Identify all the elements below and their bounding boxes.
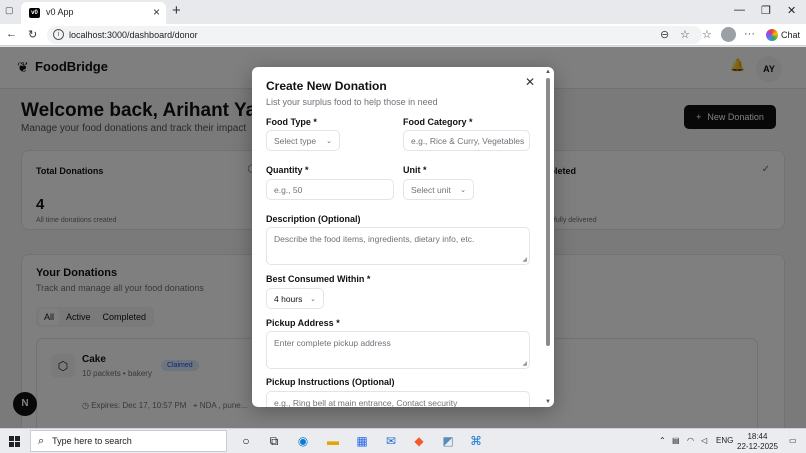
tab-close-icon[interactable]: ×: [153, 5, 160, 19]
chevron-down-icon: ⌄: [326, 137, 332, 145]
dialog-title: Create New Donation: [266, 79, 387, 93]
description-label: Description (Optional): [266, 214, 361, 224]
minimize-icon[interactable]: —: [734, 4, 745, 16]
food-category-label: Food Category *: [403, 117, 473, 127]
tray-overflow-icon[interactable]: ⌃: [659, 436, 666, 445]
scroll-up-icon[interactable]: ▲: [545, 69, 551, 75]
copilot-logo-icon: [766, 29, 778, 41]
best-consumed-select[interactable]: 4 hours ⌄: [266, 288, 324, 309]
copilot-chat-button[interactable]: Chat: [763, 27, 806, 43]
collections-icon[interactable]: ☆: [702, 28, 712, 41]
unit-select[interactable]: Select unit ⌄: [403, 179, 474, 200]
vscode-icon[interactable]: ⌘: [468, 433, 484, 449]
pickup-instructions-placeholder: e.g., Ring bell at main entrance, Contac…: [274, 398, 458, 407]
description-placeholder: Describe the food items, ingredients, di…: [274, 234, 475, 244]
reader-icon[interactable]: ⊖: [660, 28, 669, 41]
store-icon[interactable]: ▦: [354, 433, 370, 449]
chevron-down-icon: ⌄: [460, 186, 466, 194]
food-category-input[interactable]: e.g., Rice & Curry, Vegetables: [403, 130, 530, 151]
site-info-icon[interactable]: i: [53, 29, 64, 40]
windows-taskbar: ⌕ Type here to search ○ ⧉ ◉ ▬ ▦ ✉ ◆ ◩ ⌘ …: [0, 428, 806, 453]
food-category-placeholder: e.g., Rice & Curry, Vegetables: [411, 135, 525, 146]
clock-date: 22-12-2025: [737, 442, 778, 451]
quantity-input[interactable]: e.g., 50: [266, 179, 394, 200]
quantity-label: Quantity *: [266, 165, 309, 175]
pickup-instructions-textarea[interactable]: e.g., Ring bell at main entrance, Contac…: [266, 391, 530, 407]
new-tab-icon[interactable]: +: [172, 2, 181, 19]
food-type-label: Food Type *: [266, 117, 317, 127]
unit-placeholder: Select unit: [411, 184, 451, 195]
scroll-thumb[interactable]: [546, 78, 550, 346]
close-dialog-icon[interactable]: ✕: [525, 75, 535, 89]
browser-address-bar: ← ↻ i localhost:3000/dashboard/donor ⊖ ☆…: [0, 24, 806, 46]
taskbar-clock[interactable]: 18:44 22-12-2025: [737, 432, 778, 452]
network-icon[interactable]: ▤: [672, 436, 680, 445]
app-icon[interactable]: ◩: [440, 433, 456, 449]
best-consumed-value: 4 hours: [274, 293, 303, 304]
browser-tab-bar: ▢ v0 v0 App × + — ❐ ✕: [0, 0, 806, 24]
quantity-placeholder: e.g., 50: [274, 184, 303, 195]
restore-icon[interactable]: ❐: [761, 4, 771, 17]
unit-label: Unit *: [403, 165, 427, 175]
resize-handle-icon[interactable]: ◢: [522, 360, 527, 367]
create-donation-dialog: ✕ Create New Donation List your surplus …: [252, 67, 554, 407]
back-icon[interactable]: ←: [6, 28, 17, 40]
mail-icon[interactable]: ✉: [383, 433, 399, 449]
url-field[interactable]: i localhost:3000/dashboard/donor ⊖ ☆: [47, 26, 702, 44]
clock-time: 18:44: [747, 432, 768, 441]
tab-favicon-icon: v0: [29, 8, 40, 18]
task-view-icon[interactable]: ⧉: [266, 433, 282, 449]
refresh-icon[interactable]: ↻: [28, 28, 37, 41]
pickup-address-textarea[interactable]: Enter complete pickup address ◢: [266, 331, 530, 369]
pickup-address-label: Pickup Address *: [266, 318, 340, 328]
cortana-icon[interactable]: ○: [238, 433, 254, 449]
dialog-scrollbar[interactable]: ▲ ▼: [544, 69, 552, 405]
more-options-icon[interactable]: ···: [744, 28, 755, 40]
notifications-icon[interactable]: ▭: [789, 436, 797, 445]
scroll-down-icon[interactable]: ▼: [545, 399, 551, 405]
windows-start-icon[interactable]: [9, 436, 20, 447]
tab-actions-icon[interactable]: ▢: [5, 5, 14, 16]
description-textarea[interactable]: Describe the food items, ingredients, di…: [266, 227, 530, 265]
chat-label: Chat: [781, 30, 801, 40]
pickup-instructions-label: Pickup Instructions (Optional): [266, 377, 395, 387]
taskbar-search-placeholder: Type here to search: [52, 436, 132, 446]
browser-tab[interactable]: v0 v0 App ×: [21, 2, 166, 24]
window-close-icon[interactable]: ✕: [787, 4, 796, 17]
taskbar-search-box[interactable]: ⌕ Type here to search: [30, 430, 227, 452]
file-explorer-icon[interactable]: ▬: [325, 433, 341, 449]
chevron-down-icon: ⌄: [310, 295, 316, 303]
search-icon: ⌕: [38, 434, 45, 447]
tab-title: v0 App: [46, 7, 74, 17]
url-text: localhost:3000/dashboard/donor: [69, 30, 198, 40]
favorite-star-icon[interactable]: ☆: [680, 28, 690, 41]
volume-icon[interactable]: ◁: [701, 436, 707, 445]
pickup-address-placeholder: Enter complete pickup address: [274, 338, 391, 348]
wifi-icon[interactable]: ◠: [687, 436, 694, 445]
browser-profile-avatar[interactable]: [721, 27, 736, 42]
dialog-subtitle: List your surplus food to help those in …: [266, 97, 438, 107]
resize-handle-icon[interactable]: ◢: [522, 256, 527, 263]
edge-browser-icon[interactable]: ◉: [295, 433, 311, 449]
food-type-select[interactable]: Select type ⌄: [266, 130, 340, 151]
best-consumed-label: Best Consumed Within *: [266, 274, 371, 284]
brave-browser-icon[interactable]: ◆: [411, 433, 427, 449]
food-type-placeholder: Select type: [274, 135, 317, 146]
language-indicator[interactable]: ENG: [716, 436, 733, 445]
